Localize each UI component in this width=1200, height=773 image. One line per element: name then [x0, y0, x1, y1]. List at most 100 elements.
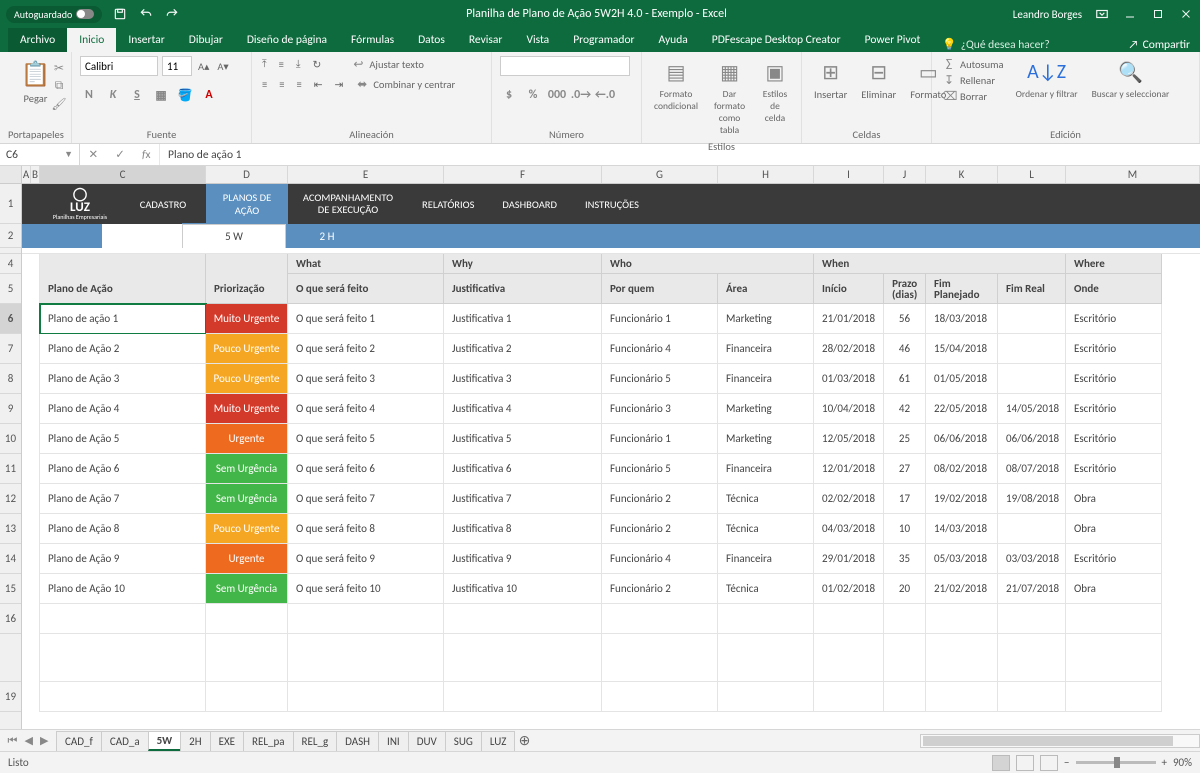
- comma-button[interactable]: 000: [548, 86, 566, 104]
- cell-fim-real[interactable]: 19/08/2018: [998, 484, 1066, 514]
- row-header-10[interactable]: 10: [0, 424, 21, 454]
- col-header-d[interactable]: D: [206, 166, 288, 183]
- align-center-button[interactable]: ≡: [277, 77, 286, 92]
- tab-layout[interactable]: Diseño de página: [235, 28, 339, 52]
- cell-fim-planejado[interactable]: 21/02/2018: [926, 574, 998, 604]
- cell-inicio[interactable]: 21/01/2018: [814, 304, 884, 334]
- cell-priorizacao[interactable]: Sem Urgência: [206, 454, 288, 484]
- view-page-break-button[interactable]: [1040, 755, 1058, 771]
- nav-cadastro[interactable]: CADASTRO: [120, 184, 206, 224]
- sheet-tab-cad_a[interactable]: CAD_a: [101, 731, 149, 751]
- cell-what[interactable]: O que será feito 3: [288, 364, 444, 394]
- nav-relatorios[interactable]: RELATÓRIOS: [408, 184, 488, 224]
- cell-prazo[interactable]: 46: [884, 334, 926, 364]
- cell-why[interactable]: Justificativa 3: [444, 364, 602, 394]
- col-header-c[interactable]: C: [40, 166, 206, 183]
- cell-area[interactable]: Técnica: [718, 574, 814, 604]
- subnav-5w[interactable]: 5 W: [182, 224, 286, 248]
- cell-who[interactable]: Funcionário 2: [602, 514, 718, 544]
- cell-prazo[interactable]: 61: [884, 364, 926, 394]
- nav-acompanhamento[interactable]: ACOMPANHAMENTO DE EXECUÇÃO: [288, 184, 408, 224]
- row-header-1[interactable]: 1: [0, 184, 21, 224]
- cell-prazo[interactable]: 35: [884, 544, 926, 574]
- cell-prazo[interactable]: 17: [884, 484, 926, 514]
- cell-priorizacao[interactable]: Pouco Urgente: [206, 334, 288, 364]
- close-icon[interactable]: [1178, 6, 1194, 22]
- cell-onde[interactable]: Escritório: [1066, 394, 1162, 424]
- zoom-slider[interactable]: [1076, 761, 1156, 764]
- cell-area[interactable]: Financeira: [718, 454, 814, 484]
- cell-priorizacao[interactable]: Pouco Urgente: [206, 364, 288, 394]
- cell-area[interactable]: Marketing: [718, 394, 814, 424]
- format-as-table-button[interactable]: ▦Dar formato como tabla: [708, 56, 751, 138]
- cell-fim-real[interactable]: [998, 334, 1066, 364]
- zoom-out-button[interactable]: −: [1064, 756, 1069, 769]
- cell-prazo[interactable]: 56: [884, 304, 926, 334]
- tab-home[interactable]: Inicio: [67, 28, 116, 52]
- name-box[interactable]: C6▼: [0, 144, 80, 165]
- cell-fim-planejado[interactable]: 18/03/2018: [926, 304, 998, 334]
- cell-inicio[interactable]: 02/02/2018: [814, 484, 884, 514]
- undo-icon[interactable]: [138, 6, 154, 22]
- cell-onde[interactable]: Escritório: [1066, 454, 1162, 484]
- decrease-decimal-button[interactable]: ←.0: [596, 86, 614, 104]
- cell-area[interactable]: Financeira: [718, 364, 814, 394]
- cell-area[interactable]: Marketing: [718, 304, 814, 334]
- tab-formulas[interactable]: Fórmulas: [339, 28, 406, 52]
- font-color-button[interactable]: A: [200, 86, 218, 104]
- empty-row[interactable]: [22, 634, 1200, 682]
- fill-button[interactable]: ↧Rellenar: [940, 72, 1006, 88]
- table-row[interactable]: Plano de Ação 10Sem UrgênciaO que será f…: [22, 574, 1200, 604]
- cut-button[interactable]: ✂: [50, 60, 68, 76]
- col-header-m[interactable]: M: [1066, 166, 1200, 183]
- new-sheet-button[interactable]: ⊕: [514, 732, 534, 749]
- cell-what[interactable]: O que será feito 7: [288, 484, 444, 514]
- fill-color-button[interactable]: 🪣: [176, 86, 194, 104]
- cell-why[interactable]: Justificativa 1: [444, 304, 602, 334]
- tab-view[interactable]: Vista: [514, 28, 561, 52]
- wrap-text-button[interactable]: ↩Ajustar texto: [349, 56, 426, 72]
- tab-file[interactable]: Archivo: [8, 28, 67, 52]
- sort-filter-button[interactable]: A↓ZOrdenar y filtrar: [1012, 56, 1082, 102]
- sheet-tab-sug[interactable]: SUG: [445, 731, 482, 751]
- horizontal-scrollbar[interactable]: [920, 734, 1200, 748]
- view-page-layout-button[interactable]: [1016, 755, 1034, 771]
- number-format-select[interactable]: [500, 56, 630, 76]
- cell-who[interactable]: Funcionário 5: [602, 364, 718, 394]
- cell-what[interactable]: O que será feito 9: [288, 544, 444, 574]
- decrease-font-button[interactable]: A▾: [215, 59, 230, 74]
- align-left-button[interactable]: ≡: [260, 77, 269, 92]
- cell-what[interactable]: O que será feito 8: [288, 514, 444, 544]
- zoom-level[interactable]: 90%: [1173, 756, 1192, 769]
- cell-plano[interactable]: Plano de Ação 8: [40, 514, 206, 544]
- cell-fim-real[interactable]: [998, 514, 1066, 544]
- increase-decimal-button[interactable]: .0→: [572, 86, 590, 104]
- align-top-button[interactable]: ⤒: [260, 56, 269, 72]
- tab-developer[interactable]: Programador: [561, 28, 646, 52]
- col-header-j[interactable]: J: [884, 166, 926, 183]
- find-select-button[interactable]: 🔍Buscar y seleccionar: [1088, 56, 1174, 102]
- tab-data[interactable]: Datos: [406, 28, 457, 52]
- sheet-tab-luz[interactable]: LUZ: [481, 731, 516, 751]
- cell-plano[interactable]: Plano de Ação 9: [40, 544, 206, 574]
- cell-what[interactable]: O que será feito 4: [288, 394, 444, 424]
- col-header-i[interactable]: I: [814, 166, 884, 183]
- cell-prazo[interactable]: 27: [884, 454, 926, 484]
- delete-cells-button[interactable]: ⊟Eliminar: [857, 56, 900, 103]
- nav-instrucoes[interactable]: INSTRUÇÕES: [571, 184, 653, 224]
- cell-area[interactable]: Técnica: [718, 514, 814, 544]
- sheet-nav-prev-icon[interactable]: ◀: [24, 734, 32, 748]
- cell-plano[interactable]: Plano de Ação 2: [40, 334, 206, 364]
- maximize-icon[interactable]: [1150, 6, 1166, 22]
- autosum-button[interactable]: ∑Autosuma: [940, 56, 1006, 72]
- clear-button[interactable]: ⌫Borrar: [940, 88, 1006, 104]
- sheet-tab-cad_f[interactable]: CAD_f: [56, 731, 102, 751]
- sheet-tab-5w[interactable]: 5W: [148, 731, 182, 751]
- cell-onde[interactable]: Obra: [1066, 574, 1162, 604]
- increase-font-button[interactable]: A▴: [196, 59, 211, 74]
- cell-plano[interactable]: Plano de Ação 7: [40, 484, 206, 514]
- cell-inicio[interactable]: 12/01/2018: [814, 454, 884, 484]
- cell-onde[interactable]: Escritório: [1066, 364, 1162, 394]
- cell-onde[interactable]: Obra: [1066, 484, 1162, 514]
- sheet-tab-duv[interactable]: DUV: [408, 731, 446, 751]
